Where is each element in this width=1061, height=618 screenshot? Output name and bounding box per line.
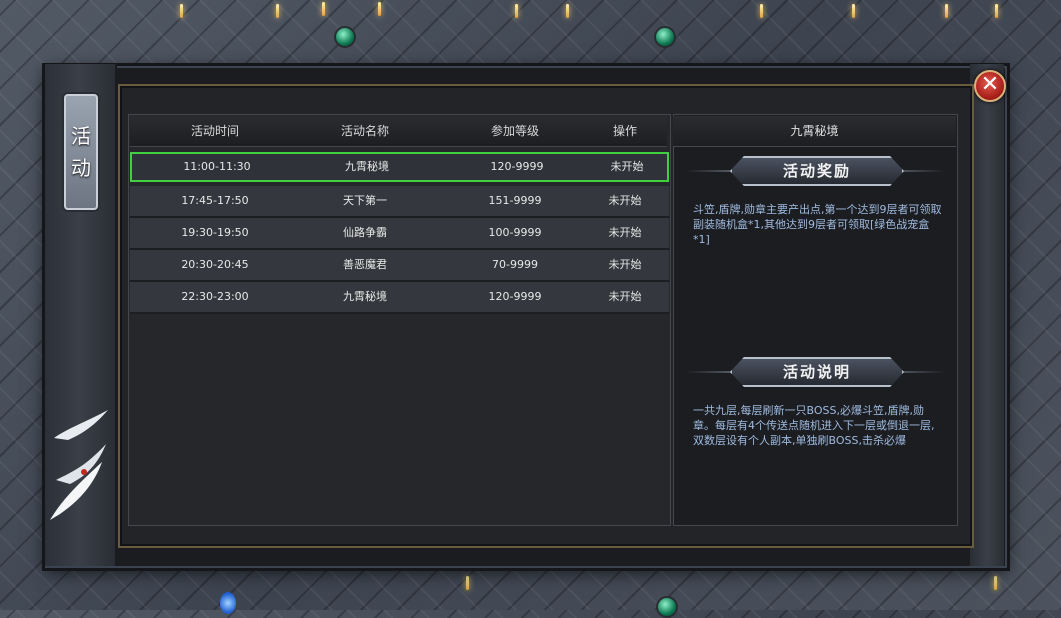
- floor-torch: [994, 576, 997, 590]
- header-action: 操作: [612, 124, 637, 138]
- crane-icon: [50, 410, 108, 520]
- reward-text: 斗笠,盾牌,勋章主要产出点,第一个达到9层者可领取副装随机盒*1,其他达到9层者…: [693, 203, 942, 246]
- row-time: 17:45-17:50: [181, 194, 249, 207]
- floor-torch: [322, 2, 325, 16]
- window-title-char: 活: [71, 124, 91, 148]
- window-title-char: 动: [71, 156, 91, 180]
- floor-torch: [180, 4, 183, 18]
- row-status: 未开始: [608, 290, 642, 303]
- detail-title: 九霄秘境: [673, 116, 956, 147]
- row-name: 仙路争霸: [343, 226, 387, 239]
- floor-torch: [995, 4, 998, 18]
- floor-gem: [656, 596, 678, 618]
- row-level: 100-9999: [488, 226, 542, 239]
- table-row[interactable]: 17:45-17:50 天下第一 151-9999 未开始: [130, 186, 669, 218]
- row-level: 70-9999: [492, 258, 538, 271]
- header-level: 参加等级: [490, 124, 539, 138]
- floor-gem: [654, 26, 676, 48]
- right-rail: [970, 64, 1004, 566]
- header-name: 活动名称: [340, 124, 389, 138]
- floor-torch: [945, 4, 948, 18]
- close-button[interactable]: ✕: [974, 70, 1006, 102]
- row-status: 未开始: [608, 194, 642, 207]
- info-heading: 活动说明: [730, 357, 904, 387]
- row-time: 22:30-23:00: [181, 290, 249, 303]
- row-level: 151-9999: [488, 194, 542, 207]
- blue-orb-icon: [220, 592, 236, 614]
- floor-torch: [276, 4, 279, 18]
- table-row[interactable]: 11:00-11:30 九霄秘境 120-9999 未开始: [130, 152, 669, 182]
- row-level: 120-9999: [488, 290, 542, 303]
- floor-torch: [466, 576, 469, 590]
- row-status: 未开始: [610, 160, 644, 173]
- row-name: 善恶魔君: [343, 258, 387, 271]
- row-level: 120-9999: [490, 160, 544, 173]
- window-title-plaque: 活 动: [64, 94, 98, 210]
- floor-gem: [334, 26, 356, 48]
- row-status: 未开始: [608, 226, 642, 239]
- reward-heading: 活动奖励: [730, 156, 904, 186]
- row-time: 20:30-20:45: [181, 258, 249, 271]
- table-row[interactable]: 19:30-19:50 仙路争霸 100-9999 未开始: [130, 218, 669, 250]
- row-name: 九霄秘境: [345, 160, 389, 173]
- table-row[interactable]: 20:30-20:45 善恶魔君 70-9999 未开始: [130, 250, 669, 282]
- floor-torch: [852, 4, 855, 18]
- floor-torch: [760, 4, 763, 18]
- row-status: 未开始: [608, 258, 642, 271]
- table-header: 活动时间 活动名称 参加等级 操作: [130, 116, 667, 147]
- floor-torch: [378, 2, 381, 16]
- table-row[interactable]: 22:30-23:00 九霄秘境 120-9999 未开始: [130, 282, 669, 314]
- row-name: 九霄秘境: [343, 290, 387, 303]
- row-name: 天下第一: [343, 194, 387, 207]
- row-time: 19:30-19:50: [181, 226, 249, 239]
- floor-torch: [566, 4, 569, 18]
- floor-torch: [515, 4, 518, 18]
- header-time: 活动时间: [190, 124, 239, 138]
- row-time: 11:00-11:30: [183, 160, 251, 173]
- info-text: 一共九层,每层刷新一只BOSS,必爆斗笠,盾牌,勋章。每层有4个传送点随机进入下…: [693, 404, 935, 447]
